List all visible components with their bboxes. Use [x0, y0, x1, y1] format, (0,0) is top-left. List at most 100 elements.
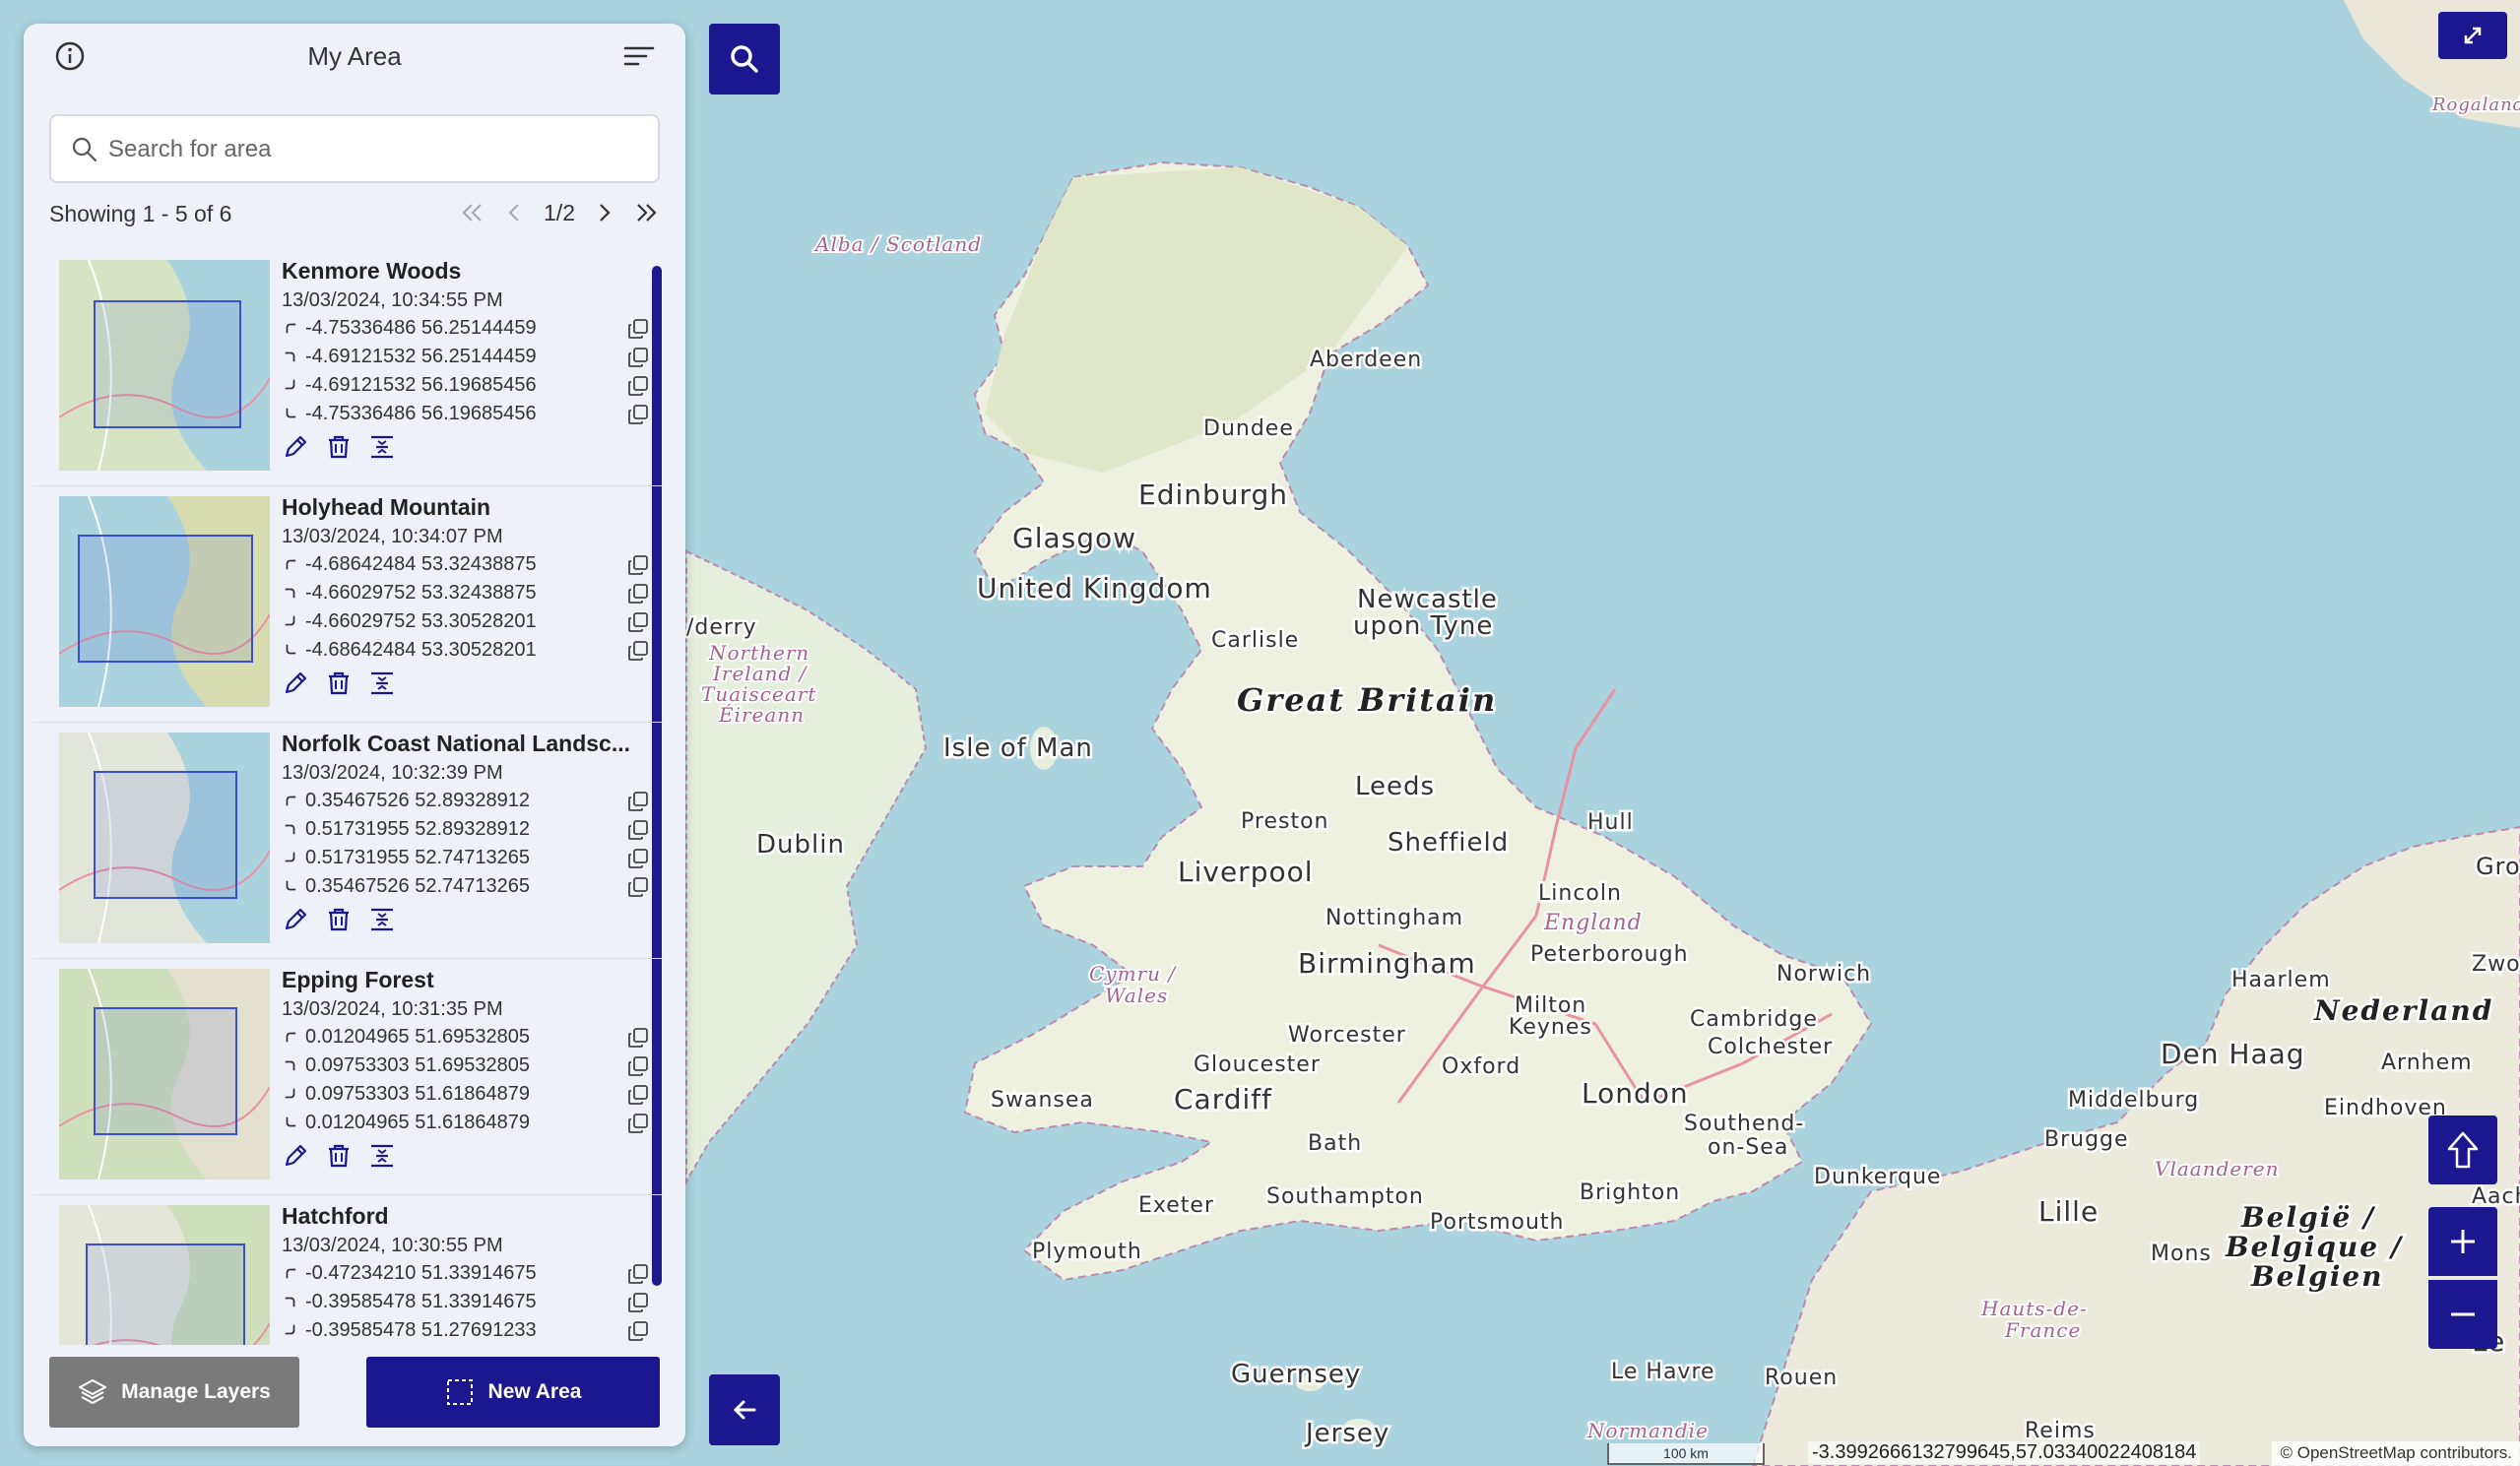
- copy-icon[interactable]: [626, 582, 650, 606]
- area-list-item[interactable]: Holyhead Mountain 13/03/2024, 10:34:07 PM…: [33, 488, 664, 723]
- map-label-preston: Preston: [1241, 809, 1328, 834]
- area-thumbnail[interactable]: [59, 260, 270, 471]
- copy-icon[interactable]: [626, 1319, 650, 1343]
- area-thumbnail[interactable]: [59, 1205, 270, 1345]
- copy-icon[interactable]: [626, 553, 650, 577]
- coordinate-text: 0.01204965 51.61864879: [305, 1112, 531, 1133]
- pencil-icon[interactable]: [282, 1142, 309, 1170]
- zoom-out-button[interactable]: [2428, 1280, 2497, 1349]
- map-label-dublin: Dublin: [756, 830, 845, 860]
- copy-icon[interactable]: [626, 818, 650, 842]
- map-label-southend-2: on-Sea: [1708, 1135, 1788, 1160]
- area-thumbnail[interactable]: [59, 496, 270, 707]
- copy-icon[interactable]: [626, 374, 650, 398]
- area-list-item[interactable]: Hatchford 13/03/2024, 10:30:55 PM -0.47234…: [33, 1197, 664, 1345]
- copy-icon[interactable]: [626, 403, 650, 426]
- map-label-reims: Reims: [2025, 1419, 2096, 1443]
- copy-icon[interactable]: [626, 610, 650, 634]
- area-list-item[interactable]: Norfolk Coast National Landsc... 13/03/20…: [33, 725, 664, 959]
- corner-icon: [286, 1268, 296, 1279]
- coordinate-text: 0.51731955 52.74713265: [305, 847, 531, 868]
- area-list-item[interactable]: Kenmore Woods 13/03/2024, 10:34:55 PM -4.7…: [33, 252, 664, 486]
- new-area-button[interactable]: New Area: [366, 1357, 660, 1428]
- map-label-england: England: [1543, 911, 1643, 935]
- trash-icon[interactable]: [325, 669, 353, 697]
- fit-extent-icon[interactable]: [368, 1142, 396, 1170]
- area-date: 13/03/2024, 10:30:55 PM: [282, 1235, 503, 1256]
- area-list[interactable]: Kenmore Woods 13/03/2024, 10:34:55 PM -4.7…: [24, 246, 685, 1345]
- zoom-in-button[interactable]: [2428, 1207, 2497, 1276]
- map-label-southend-1: Southend-: [1684, 1112, 1804, 1136]
- minus-icon: [2451, 1312, 2475, 1316]
- area-list-item[interactable]: Epping Forest 13/03/2024, 10:31:35 PM 0.01…: [33, 961, 664, 1195]
- trash-icon[interactable]: [325, 906, 353, 933]
- coordinate-text: -0.39585478 51.33914675: [305, 1291, 537, 1312]
- map-label-aberdeen: Aberdeen: [1310, 348, 1422, 372]
- area-date: 13/03/2024, 10:32:39 PM: [282, 762, 503, 784]
- corner-icon: [285, 824, 295, 835]
- mouse-position-readout: -3.3992666132799645,57.03340022408184: [1808, 1441, 2201, 1464]
- map-label-great-britain: Great Britain: [1237, 681, 1497, 719]
- map-label-edinburgh: Edinburgh: [1138, 478, 1288, 511]
- trash-icon[interactable]: [325, 1142, 353, 1170]
- corner-icon: [285, 1297, 295, 1307]
- map-label-portsmouth: Portsmouth: [1430, 1210, 1564, 1235]
- map-label-newcastle-2: upon Tyne: [1353, 611, 1493, 641]
- map-label-milton-keynes-2: Keynes: [1509, 1015, 1592, 1040]
- copy-icon[interactable]: [626, 346, 650, 369]
- fit-extent-icon[interactable]: [368, 906, 396, 933]
- copy-icon[interactable]: [626, 875, 650, 899]
- area-actions: [282, 1142, 396, 1172]
- first-page-button[interactable]: [457, 197, 488, 228]
- pencil-icon[interactable]: [282, 433, 309, 461]
- coordinate-row: -4.75336486 56.25144459: [282, 317, 650, 345]
- copy-icon[interactable]: [626, 1026, 650, 1050]
- area-name: Hatchford: [282, 1203, 389, 1229]
- trash-icon[interactable]: [325, 433, 353, 461]
- manage-layers-button[interactable]: Manage Layers: [49, 1357, 299, 1428]
- fullscreen-button[interactable]: [2438, 12, 2507, 59]
- corner-icon: [286, 644, 296, 655]
- map-label-zwolle: Zwolle: [2472, 952, 2520, 977]
- copy-icon[interactable]: [626, 1262, 650, 1286]
- copy-icon[interactable]: [626, 1083, 650, 1107]
- pencil-icon[interactable]: [282, 669, 309, 697]
- area-actions: [282, 669, 396, 699]
- copy-icon[interactable]: [626, 317, 650, 341]
- arrow-left-icon: [734, 1400, 756, 1420]
- copy-icon[interactable]: [626, 1054, 650, 1078]
- map-label-carlisle: Carlisle: [1211, 628, 1299, 653]
- map-label-brighton: Brighton: [1580, 1180, 1680, 1205]
- copy-icon[interactable]: [626, 847, 650, 870]
- next-page-button[interactable]: [589, 197, 620, 228]
- map-label-norwich: Norwich: [1777, 962, 1871, 987]
- copy-icon[interactable]: [626, 1112, 650, 1135]
- area-thumbnail[interactable]: [59, 969, 270, 1179]
- coordinate-text: -4.75336486 56.19685456: [305, 403, 537, 424]
- last-page-button[interactable]: [630, 197, 662, 228]
- sort-lines-icon[interactable]: [622, 39, 656, 73]
- expand-icon: [2464, 27, 2482, 44]
- area-thumbnail[interactable]: [59, 733, 270, 943]
- prev-page-button[interactable]: [498, 197, 530, 228]
- copy-icon[interactable]: [626, 790, 650, 813]
- map-label-guernsey: Guernsey: [1231, 1360, 1361, 1389]
- fit-extent-icon[interactable]: [368, 669, 396, 697]
- coordinate-row: -4.66029752 53.32438875: [282, 582, 650, 609]
- map-label-derry: /derry: [686, 615, 757, 640]
- copy-icon[interactable]: [626, 639, 650, 663]
- area-search-input[interactable]: [108, 130, 640, 169]
- fit-extent-icon[interactable]: [368, 433, 396, 461]
- copy-icon[interactable]: [626, 1291, 650, 1314]
- corner-icon: [285, 1324, 295, 1335]
- map-search-button[interactable]: [709, 24, 780, 95]
- map-label-arnhem: Arnhem: [2381, 1051, 2473, 1075]
- corner-icon: [285, 588, 295, 599]
- reset-north-button[interactable]: [2428, 1115, 2497, 1184]
- area-search-box[interactable]: [49, 114, 660, 183]
- search-icon: [72, 137, 97, 162]
- back-button[interactable]: [709, 1374, 780, 1445]
- area-name: Norfolk Coast National Landsc...: [282, 731, 630, 756]
- pencil-icon[interactable]: [282, 906, 309, 933]
- map-label-den-haag: Den Haag: [2161, 1038, 2305, 1070]
